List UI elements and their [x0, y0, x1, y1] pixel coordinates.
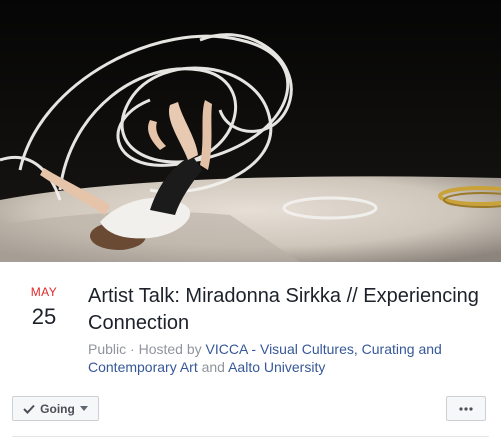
- going-label: Going: [40, 401, 75, 416]
- event-meta: Public · Hosted by VICCA - Visual Cultur…: [88, 340, 488, 376]
- privacy-label: Public: [88, 341, 127, 357]
- event-cover-photo[interactable]: [0, 0, 501, 262]
- caret-down-icon: [79, 406, 88, 411]
- hosted-by-label: Hosted by: [138, 341, 202, 357]
- checkmark-icon: [23, 404, 35, 414]
- more-icon: [459, 406, 473, 411]
- event-day: 25: [31, 304, 57, 329]
- separator-dot: ·: [130, 341, 135, 357]
- going-button[interactable]: Going: [12, 396, 99, 421]
- event-title[interactable]: Artist Talk: Miradonna Sirkka // Experie…: [88, 283, 488, 337]
- and-label: and: [201, 359, 225, 375]
- cover-illustration: [0, 0, 501, 262]
- event-month: MAY: [30, 285, 58, 299]
- bottom-divider: [12, 436, 489, 437]
- host-link-aalto[interactable]: Aalto University: [228, 359, 325, 375]
- more-options-button[interactable]: [446, 396, 486, 421]
- event-date: MAY 25: [20, 284, 68, 332]
